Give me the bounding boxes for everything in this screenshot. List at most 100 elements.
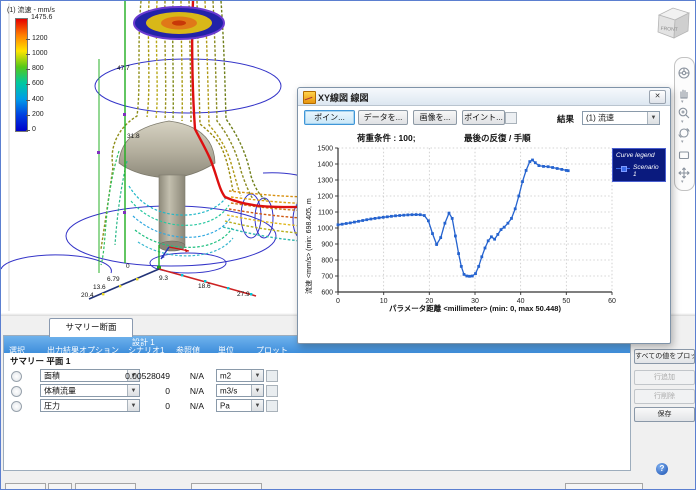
- data-point: [528, 160, 532, 163]
- data-point: [439, 236, 443, 239]
- help-icon[interactable]: ?: [656, 463, 668, 475]
- unit-dropdown[interactable]: m2 ▼: [216, 369, 264, 382]
- svg-text:600: 600: [321, 290, 333, 297]
- image-export-button[interactable]: 画像を...: [413, 110, 457, 125]
- data-point: [496, 233, 500, 236]
- unit-dropdown[interactable]: m3/s ▼: [216, 384, 264, 397]
- orbit-icon[interactable]: [677, 126, 691, 140]
- curve-legend-entry: Scenario 1: [616, 164, 662, 178]
- svg-text:6.79: 6.79: [107, 276, 120, 283]
- data-point: [357, 219, 360, 223]
- svg-text:1100: 1100: [318, 210, 333, 217]
- chevron-down-icon[interactable]: ▼: [647, 112, 659, 124]
- viewcube-front-label[interactable]: FRONT: [660, 26, 678, 33]
- cutoff-tab[interactable]: [191, 483, 262, 489]
- quantity-dropdown[interactable]: (1) 流速 ▼: [582, 111, 660, 125]
- legend-square-marker: [621, 166, 627, 172]
- point-options-button[interactable]: ポイント...: [462, 110, 505, 125]
- data-point: [510, 217, 513, 220]
- data-point: [480, 255, 484, 259]
- col-unit-header: 単位: [218, 346, 234, 355]
- data-point: [353, 220, 356, 224]
- data-point: [447, 211, 451, 215]
- data-point: [470, 274, 474, 278]
- row-reference-value: N/A: [189, 371, 205, 381]
- unit-dropdown[interactable]: Pa ▼: [216, 399, 264, 412]
- chevron-down-icon[interactable]: ▾: [681, 100, 688, 105]
- look-at-icon[interactable]: [677, 148, 691, 162]
- cutoff-tab[interactable]: [48, 483, 72, 489]
- svg-text:1000: 1000: [317, 226, 333, 233]
- svg-text:13.6: 13.6: [93, 284, 106, 291]
- row-value: 0: [165, 401, 170, 411]
- chart-grid: [335, 147, 613, 295]
- row-plot-checkbox[interactable]: [266, 400, 278, 412]
- points-button[interactable]: ポイン...: [304, 110, 355, 125]
- svg-text:1400: 1400: [317, 162, 333, 169]
- steering-wheel-icon[interactable]: [677, 66, 691, 80]
- load-condition-text: 荷重条件 : 100;: [357, 133, 416, 143]
- row-value: 0: [165, 386, 170, 396]
- svg-text:800: 800: [321, 258, 333, 265]
- data-point: [521, 180, 524, 183]
- data-export-button[interactable]: データを...: [358, 110, 408, 125]
- data-point: [531, 158, 534, 162]
- svg-text:0: 0: [126, 263, 130, 270]
- svg-text:18.6: 18.6: [198, 283, 211, 290]
- chevron-down-icon[interactable]: ▼: [251, 400, 263, 411]
- data-point: [402, 213, 406, 217]
- data-point: [457, 252, 460, 255]
- data-point: [431, 232, 434, 235]
- data-point: [390, 214, 393, 218]
- svg-text:27.9: 27.9: [237, 291, 250, 298]
- row-select-radio[interactable]: [11, 371, 22, 382]
- colorbar: (1) 流速 - mm/s 1475.6 1200 1000 800 600 400 20…: [7, 7, 55, 133]
- data-point: [490, 235, 493, 239]
- data-point: [398, 214, 402, 217]
- zoom-magnifier-icon[interactable]: [677, 106, 691, 120]
- save-button[interactable]: 保存: [634, 407, 695, 422]
- row-plot-checkbox[interactable]: [266, 370, 278, 382]
- data-point: [427, 219, 430, 223]
- chevron-down-icon[interactable]: ▼: [251, 370, 263, 381]
- cutoff-tab[interactable]: [75, 483, 136, 489]
- chevron-down-icon[interactable]: ▼: [251, 385, 263, 396]
- data-point: [555, 167, 559, 170]
- chart-tick-labels: 6007008009001000110012001300140015000 10 2…: [317, 146, 616, 306]
- full-navigation-icon[interactable]: [677, 166, 691, 180]
- add-row-button: 行追加: [634, 370, 695, 385]
- data-point: [477, 265, 481, 268]
- data-point: [560, 168, 564, 171]
- data-point: [486, 239, 490, 243]
- xy-plot-window[interactable]: XY線図 線図 ✕ 600 700 800 900 1000 1100 1200 1300 14…: [297, 87, 671, 344]
- col-reference-header: 参照値: [176, 346, 200, 355]
- data-point: [348, 221, 352, 225]
- data-point: [513, 207, 517, 211]
- data-point: [377, 216, 381, 220]
- application-window: 47.7 31.8 0 9.3 18.6 27.9 6.79 13.6 20.4 (1) 流速 …: [0, 0, 696, 490]
- row-select-radio[interactable]: [11, 401, 22, 412]
- data-point: [443, 221, 447, 225]
- data-point: [336, 223, 340, 227]
- row-select-radio[interactable]: [11, 386, 22, 397]
- plot-all-values-button[interactable]: すべての値をプロット: [634, 349, 695, 364]
- summary-table: 設計 1 選択 出力結果オプション シナリオ1 参照値 単位 プロット サマリー 平面 1 …: [3, 335, 631, 471]
- chevron-down-icon[interactable]: ▾: [681, 120, 688, 125]
- data-point: [506, 221, 510, 225]
- y-axis-label: 流速 <mm/s> (min: 698.405, m: [306, 198, 313, 294]
- col-scenario-header: シナリオ1: [128, 346, 165, 355]
- data-point: [365, 218, 369, 222]
- cutoff-tab[interactable]: [565, 483, 643, 489]
- cutoff-tab[interactable]: [5, 483, 46, 489]
- row-plot-checkbox[interactable]: [266, 385, 278, 397]
- svg-text:9.3: 9.3: [159, 275, 168, 282]
- chevron-down-icon[interactable]: ▾: [681, 180, 688, 185]
- chevron-down-icon[interactable]: ▾: [681, 140, 688, 145]
- tab-summary-section[interactable]: サマリー断面: [49, 318, 133, 337]
- navigation-bar[interactable]: ▾ ▾ ▾ ▾: [674, 57, 695, 191]
- pan-hand-icon[interactable]: [677, 86, 691, 100]
- viewcube[interactable]: FRONT: [649, 1, 695, 47]
- data-point: [537, 164, 541, 167]
- data-point: [361, 219, 365, 222]
- xy-toolbar-checkbox[interactable]: [505, 112, 517, 124]
